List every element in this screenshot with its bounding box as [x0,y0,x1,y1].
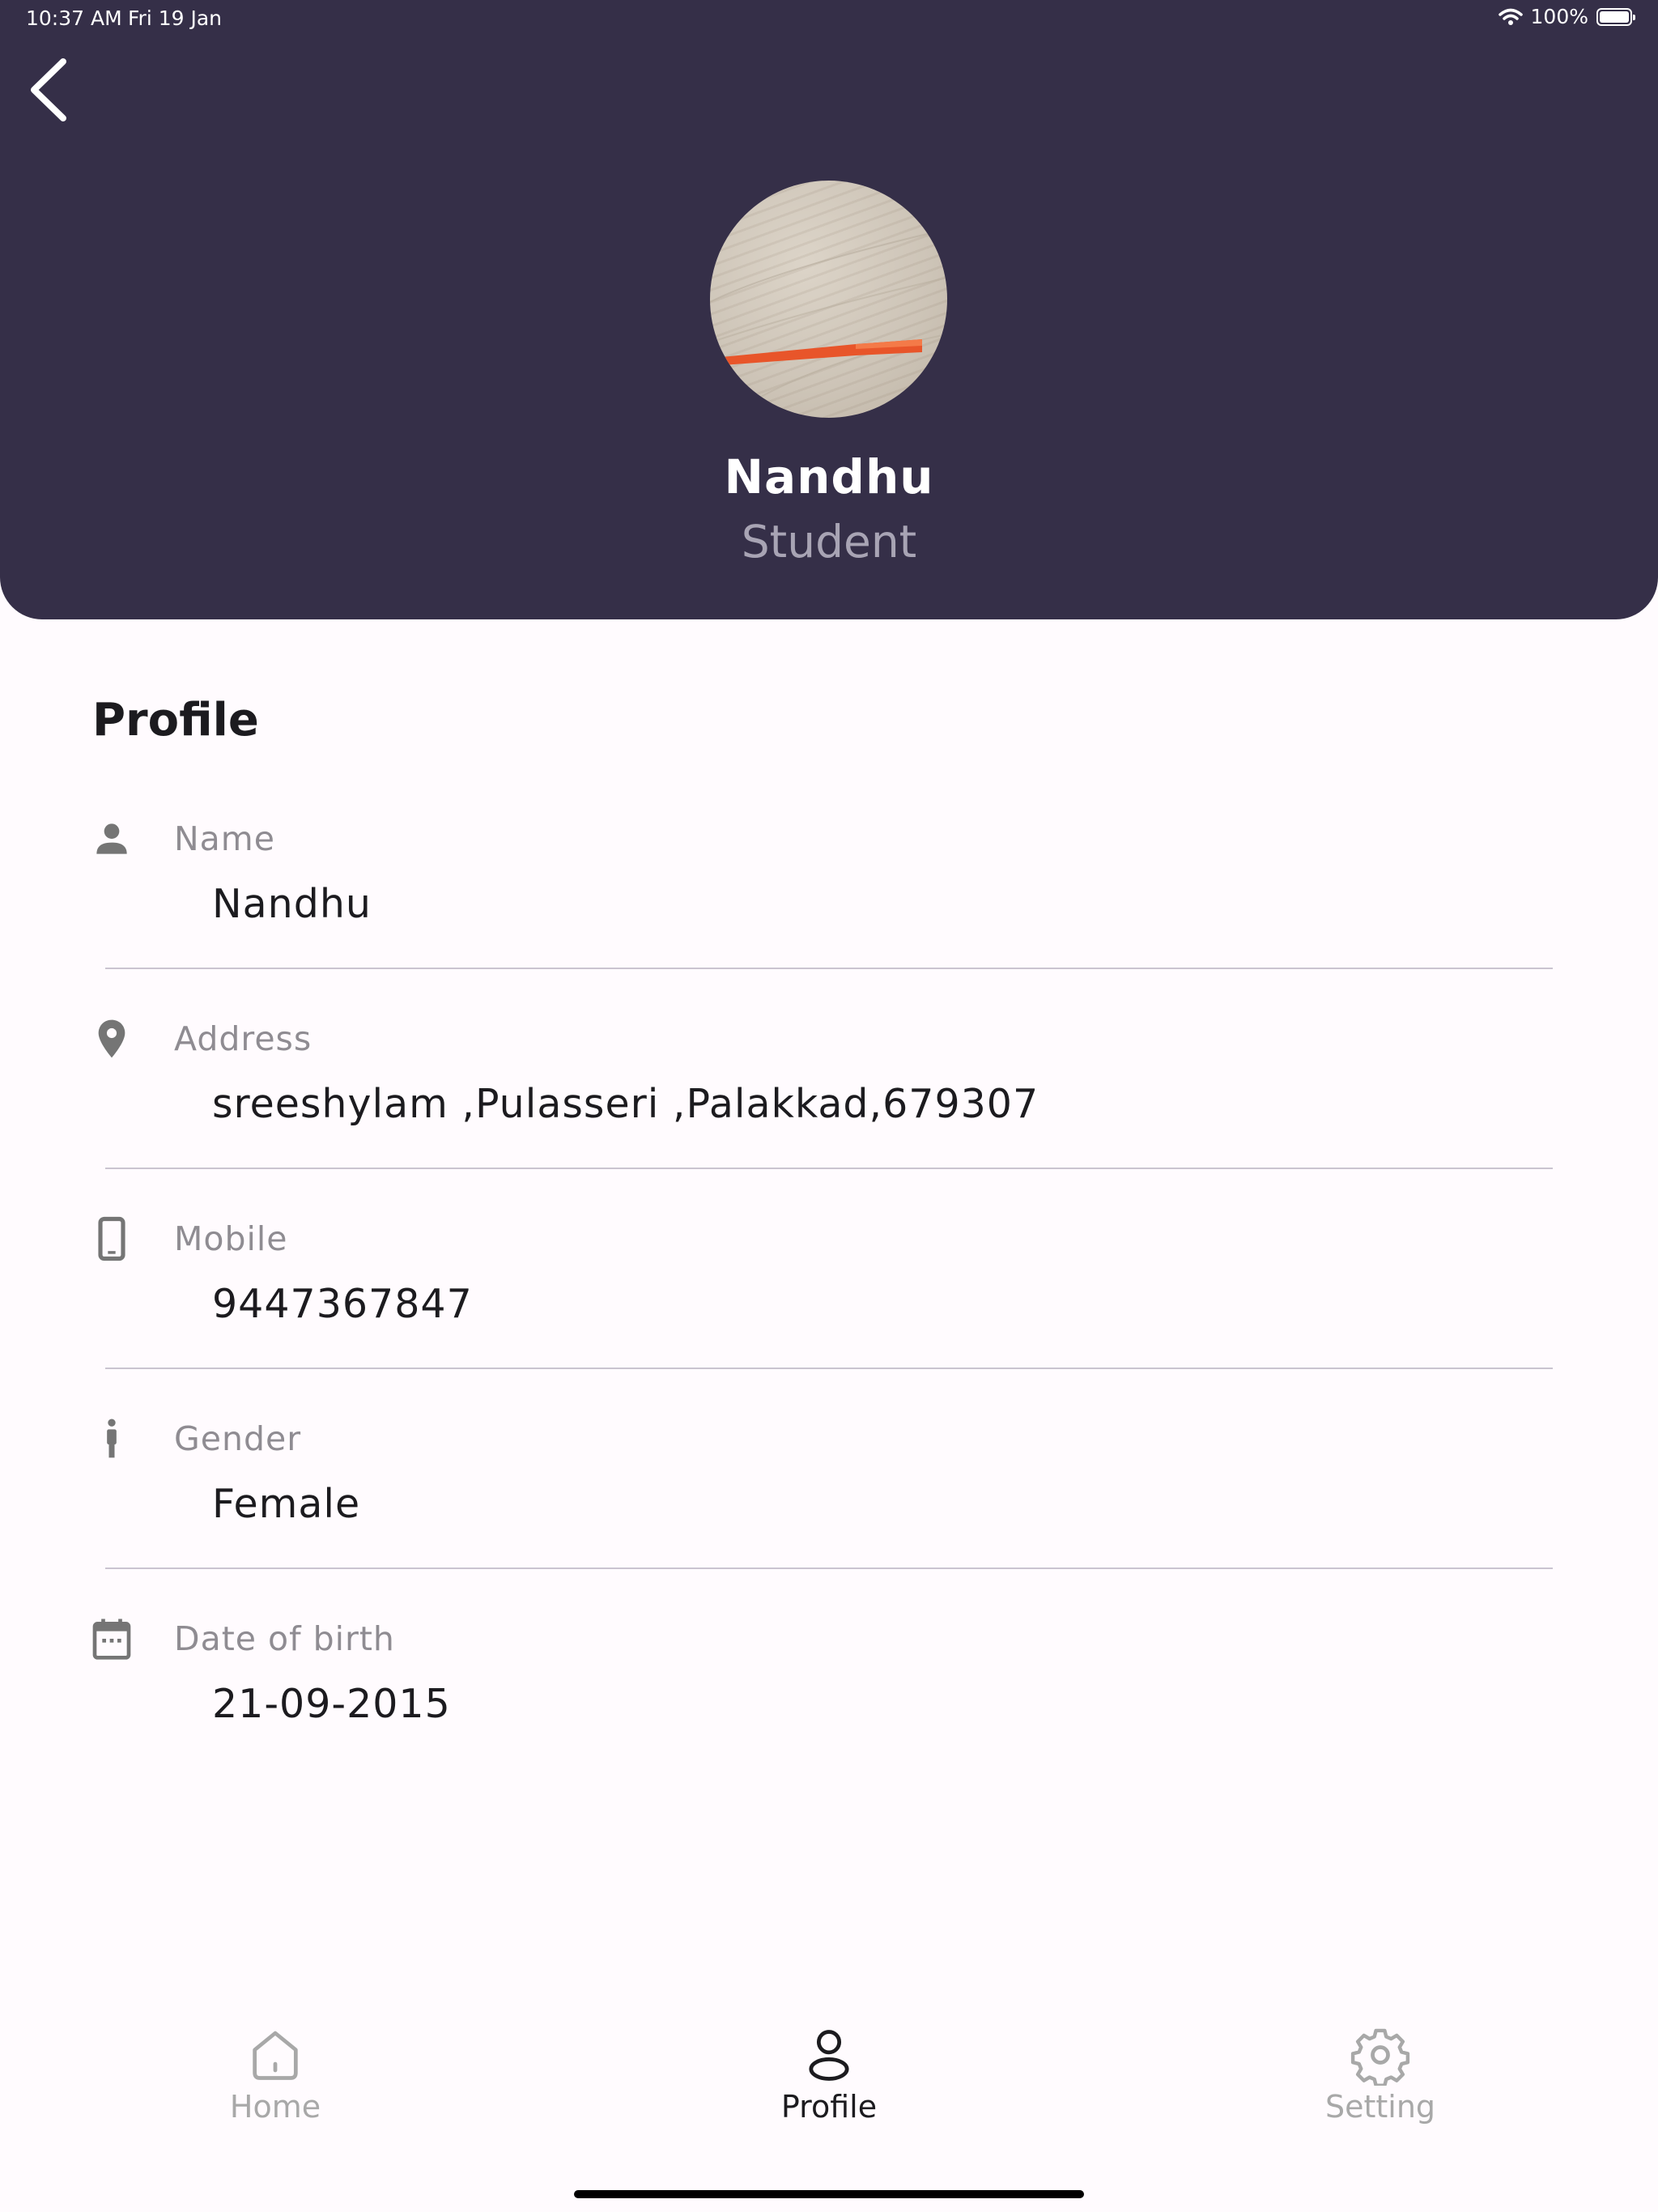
divider [105,1568,1553,1569]
bottom-nav: Home Profile Setting [0,2024,1658,2170]
divider [105,1168,1553,1169]
status-bar: 10:37 AM Fri 19 Jan 100% [0,0,1658,40]
status-date: Fri 19 Jan [128,6,223,30]
field-label-name: Name [174,819,275,858]
status-time: 10:37 AM [26,6,122,30]
field-value-address: sreeshylam ,Pulasseri ,Palakkad,679307 [212,1081,1039,1127]
nav-label-profile: Profile [780,2089,878,2125]
nav-setting[interactable]: Setting [1259,2024,1502,2125]
field-value-gender: Female [212,1481,361,1527]
field-value-name: Nandhu [212,881,372,927]
gear-icon [1350,2028,1410,2086]
location-pin-icon [98,1019,125,1058]
field-label-mobile: Mobile [174,1219,288,1258]
back-button[interactable] [24,53,89,134]
field-value-dob: 21-09-2015 [212,1681,451,1727]
field-dob: Date of birth 21-09-2015 [0,1616,1658,1816]
field-name: Name Nandhu [0,816,1658,1016]
home-indicator [574,2190,1084,2198]
field-address: Address sreeshylam ,Pulasseri ,Palakkad,… [0,1016,1658,1216]
phone-icon [98,1216,125,1261]
avatar-photo [710,228,947,408]
profile-icon [809,2030,849,2081]
status-indicators: 100% [1498,5,1635,28]
home-icon [253,2031,298,2080]
nav-profile[interactable]: Profile [708,2024,950,2125]
person-icon [96,823,127,854]
avatar[interactable] [710,181,947,418]
nav-label-home: Home [229,2089,321,2125]
battery-icon [1596,7,1635,26]
divider [105,968,1553,969]
chevron-left-icon [31,58,66,121]
profile-header: 10:37 AM Fri 19 Jan 100% Nandhu Student [0,0,1658,619]
standing-person-icon [107,1419,117,1458]
calendar-icon [92,1619,131,1660]
divider [105,1368,1553,1369]
field-mobile: Mobile 9447367847 [0,1216,1658,1416]
field-label-dob: Date of birth [174,1619,395,1658]
wifi-icon [1498,8,1523,25]
section-title: Profile [92,694,259,747]
field-gender: Gender Female [0,1416,1658,1616]
field-label-gender: Gender [174,1419,302,1458]
battery-percent: 100% [1530,5,1588,28]
header-name: Nandhu [724,449,934,504]
nav-label-setting: Setting [1324,2089,1436,2125]
field-label-address: Address [174,1019,312,1058]
nav-home[interactable]: Home [154,2024,397,2125]
header-role: Student [741,516,917,568]
field-value-mobile: 9447367847 [212,1281,473,1327]
